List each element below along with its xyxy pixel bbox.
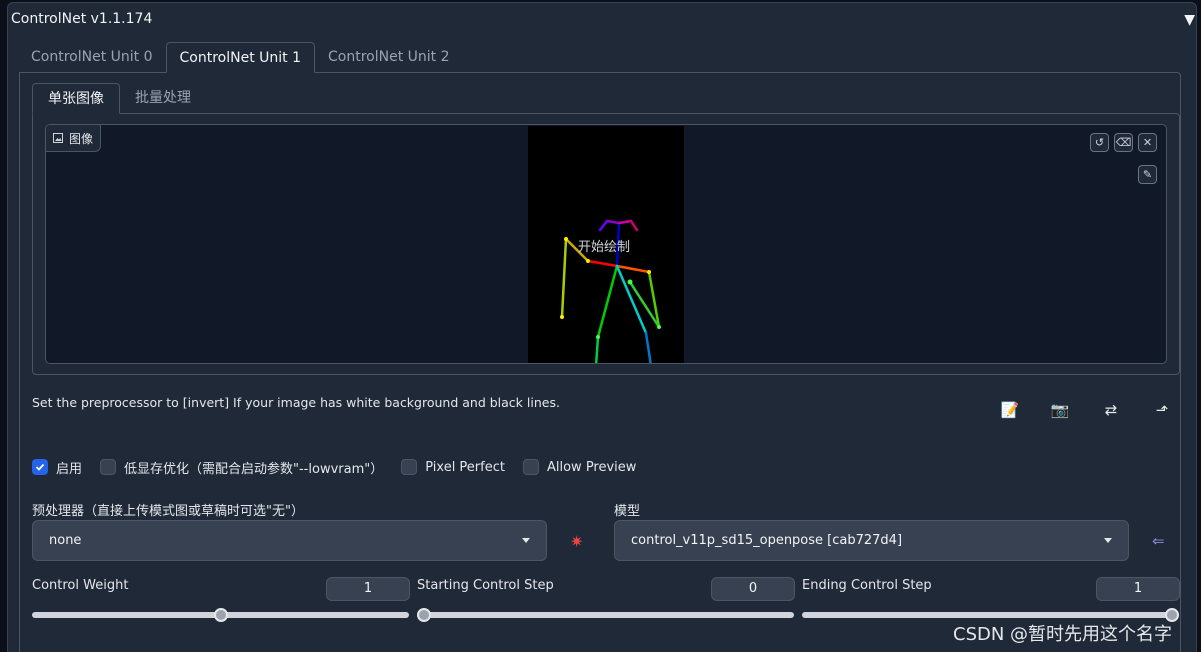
preprocessor-label: 预处理器（直接上传模式图或草稿时可选"无"） [32,504,304,519]
image-tabs: 单张图像 批量处理 [32,83,206,114]
collapse-icon[interactable]: ▼ [1184,12,1195,28]
chevron-down-icon [522,538,530,543]
image-label-text: 图像 [69,131,94,146]
check-icon [35,463,45,471]
undo-icon[interactable]: ↺ [1090,133,1109,152]
tab-controlnet-unit-0[interactable]: ControlNet Unit 0 [18,42,166,73]
ending-step-slider[interactable] [802,608,1179,622]
model-label: 模型 [614,504,641,519]
edit-icon[interactable]: 📝 [1000,400,1020,420]
camera-icon[interactable]: 📷 [1050,400,1070,420]
canvas-start-drawing-text: 开始绘制 [578,240,631,255]
control-weight-input[interactable]: 1 [326,577,410,601]
preprocessor-select[interactable]: none [32,520,547,561]
checkbox-box[interactable] [32,459,48,475]
swap-icon[interactable]: ⇄ [1101,400,1121,420]
image-canvas[interactable]: 开始绘制 [528,126,684,363]
tab-single-image[interactable]: 单张图像 [32,83,120,114]
checkbox-label: Pixel Perfect [425,459,505,475]
allow-preview-checkbox[interactable]: Allow Preview [522,459,637,475]
panel-title: ControlNet v1.1.174 [11,11,153,27]
lowvram-checkbox[interactable]: 低显存优化（需配合启动参数"--lowvram"） [100,458,383,477]
starting-step-slider[interactable] [417,608,794,622]
options-row: 启用 低显存优化（需配合启动参数"--lowvram"） Pixel Perfe… [32,458,654,477]
pixel-perfect-checkbox[interactable]: Pixel Perfect [401,459,505,475]
image-icon [53,133,63,143]
enable-checkbox[interactable]: 启用 [32,458,82,477]
erase-icon[interactable]: ⌫ [1114,133,1133,152]
tab-controlnet-unit-2[interactable]: ControlNet Unit 2 [315,42,463,73]
slider-thumb[interactable] [417,608,431,622]
checkbox-box[interactable] [401,459,418,475]
tab-controlnet-unit-1[interactable]: ControlNet Unit 1 [165,42,315,73]
explosion-icon[interactable]: ✷ [570,532,583,551]
tab-batch[interactable]: 批量处理 [120,83,206,114]
starting-step-label: Starting Control Step [417,578,554,593]
checkbox-box[interactable] [522,459,539,475]
control-weight-label: Control Weight [32,578,129,593]
preprocessor-value: none [49,533,82,548]
checkbox-label: 启用 [56,461,83,477]
ending-step-label: Ending Control Step [802,578,932,593]
checkbox-label: Allow Preview [546,459,637,475]
chevron-down-icon [1104,538,1112,543]
control-weight-slider[interactable] [32,608,409,622]
brush-icon[interactable]: ✎ [1138,165,1157,184]
model-value: control_v11p_sd15_openpose [cab727d4] [631,533,903,548]
image-label: 图像 [46,125,102,152]
ending-step-input[interactable]: 1 [1096,577,1180,601]
close-icon[interactable]: ✕ [1138,133,1157,152]
image-input[interactable]: 开始绘制 图像 ↺ ⌫ ✕ ✎ [45,124,1167,364]
model-select[interactable]: control_v11p_sd15_openpose [cab727d4] [614,520,1129,561]
watermark: CSDN @暂时先用这个名字 [953,624,1173,645]
refresh-models-icon[interactable]: ⇐ [1152,532,1165,550]
send-dimensions-icon[interactable]: ⬏ [1152,400,1172,420]
preprocessor-hint: Set the preprocessor to [invert] If your… [32,395,560,410]
slider-thumb[interactable] [213,608,228,622]
checkbox-label: 低显存优化（需配合启动参数"--lowvram"） [124,461,384,477]
checkbox-box[interactable] [100,459,117,475]
starting-step-input[interactable]: 0 [711,577,795,601]
unit-tabs: ControlNet Unit 0 ControlNet Unit 1 Cont… [18,42,463,73]
